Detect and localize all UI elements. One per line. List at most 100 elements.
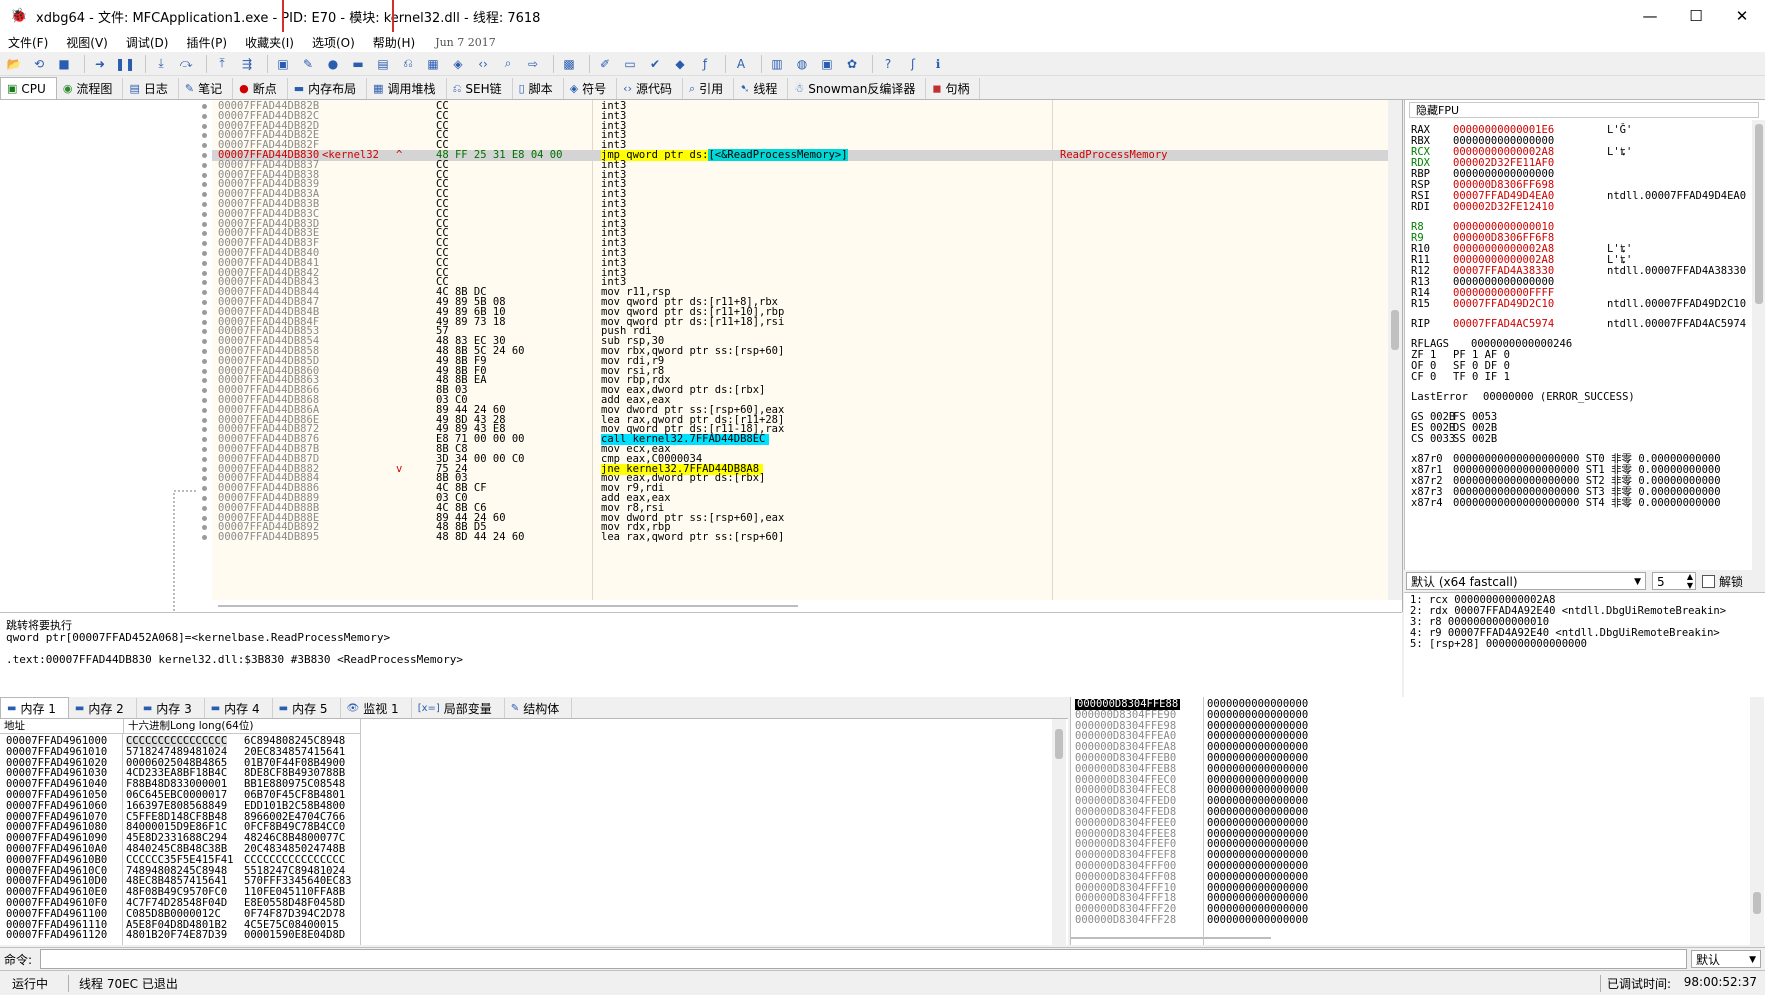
dump-scrollbar[interactable]	[1052, 719, 1066, 945]
breakpoint-dot[interactable]	[202, 515, 207, 521]
dump-tab-0[interactable]: ▬ 内存 1	[0, 697, 69, 718]
register-value[interactable]: 00007FFAD4AC5974	[1453, 318, 1554, 330]
breakpoint-dot[interactable]	[202, 407, 207, 413]
registers-scrollbar[interactable]	[1752, 120, 1765, 570]
breakpoint-dot[interactable]	[202, 398, 207, 403]
breakpoint-gutter[interactable]	[0, 100, 212, 620]
breakpoint-dot[interactable]	[202, 260, 207, 266]
breakpoint-dot[interactable]	[202, 202, 207, 207]
breakpoint-dot[interactable]	[202, 221, 207, 227]
breakpoint-dot[interactable]	[202, 319, 207, 325]
symbol-icon[interactable]: ◈	[448, 54, 468, 74]
disasm-row[interactable]: 00007FFAD44DB895 48 8D 44 24 60 lea rax,qw…	[212, 532, 1388, 543]
dump-tab-6[interactable]: [x=] 局部变量	[412, 698, 505, 718]
register-value[interactable]: 00007FFAD49D2C10	[1453, 298, 1554, 310]
breakpoint-dot[interactable]	[202, 270, 207, 276]
breakpoint-dot[interactable]	[202, 496, 207, 501]
breakpoint-dot[interactable]	[202, 466, 207, 472]
dump-tab-7[interactable]: ✎ 结构体	[505, 698, 573, 718]
command-mode-select[interactable]: 默认 ▼	[1691, 950, 1761, 968]
breakpoint-dot[interactable]	[202, 162, 207, 168]
stop-icon[interactable]: ■	[54, 54, 74, 74]
breakpoint-dot[interactable]	[202, 251, 207, 256]
tab-callstack[interactable]: ▦ 调用堆栈	[367, 78, 447, 99]
notes-icon[interactable]: ✎	[298, 54, 318, 74]
dump-tab-2[interactable]: ▬ 内存 3	[137, 698, 205, 718]
register-value[interactable]: SS 002B	[1453, 433, 1497, 445]
maximize-button[interactable]: ☐	[1673, 0, 1719, 32]
menu-item-0[interactable]: 文件(F)	[0, 34, 58, 51]
seh-icon[interactable]: ⎌	[398, 54, 418, 74]
stack-view[interactable]: 000000D8304FFE88 0000000000000000 000000D8…	[1070, 697, 1765, 945]
function-icon[interactable]: ◆	[670, 54, 690, 74]
stack-hscrollbar[interactable]	[1071, 937, 1271, 939]
dump-row[interactable]: 00007FFAD4961120 4801B20F74E87D39 00001590…	[0, 930, 360, 941]
breakpoint-dot[interactable]	[202, 113, 207, 119]
convention-select[interactable]: 默认 (x64 fastcall) ▼	[1406, 572, 1646, 590]
unlock-checkbox[interactable]: 解锁	[1702, 573, 1743, 590]
breakpoint-dot[interactable]	[202, 104, 207, 109]
dump-tab-3[interactable]: ▬ 内存 4	[205, 698, 273, 718]
calculator-icon[interactable]: ▥	[767, 54, 787, 74]
arg-count-spinner[interactable]: 5 ▲ ▼	[1652, 572, 1696, 590]
disassembly-view[interactable]: 00007FFAD44DB82B CC int3 00007FFAD44DB82C CC…	[212, 100, 1388, 600]
breakpoint-dot[interactable]	[202, 447, 207, 452]
breakpoint-dot[interactable]	[202, 349, 207, 354]
camera-icon[interactable]: ▣	[817, 54, 837, 74]
ƒ-icon[interactable]: ƒ	[695, 54, 715, 74]
patch-icon[interactable]: ▩	[559, 54, 579, 74]
tab-log[interactable]: ▤ 日志	[123, 78, 179, 99]
breakpoint-dot[interactable]	[202, 172, 207, 178]
menu-item-2[interactable]: 调试(D)	[118, 34, 179, 51]
breakpoint-icon[interactable]: ●	[323, 54, 343, 74]
stack-row[interactable]: 000000D8304FFF28 0000000000000000	[1071, 915, 1761, 926]
register-value[interactable]: TF 0 IF 1	[1453, 371, 1510, 383]
hide-fpu-button[interactable]: 隐藏FPU	[1409, 102, 1759, 118]
pause-icon[interactable]: ❚❚	[115, 54, 135, 74]
breakpoint-dot[interactable]	[202, 153, 207, 158]
dump-tab-5[interactable]: 👁 监视 1	[341, 698, 412, 718]
step-out-icon[interactable]: ⤒	[212, 54, 232, 74]
breakpoint-dot[interactable]	[202, 309, 207, 315]
dump-tab-4[interactable]: ▬ 内存 5	[273, 698, 341, 718]
breakpoint-dot[interactable]	[202, 358, 207, 364]
tab-source[interactable]: ‹› 源代码	[617, 78, 683, 99]
minimize-button[interactable]: —	[1627, 0, 1673, 32]
breakpoint-dot[interactable]	[202, 123, 207, 129]
menu-item-4[interactable]: 收藏夹(I)	[237, 34, 304, 51]
memory-icon[interactable]: ▬	[348, 54, 368, 74]
cheat-icon[interactable]: ʃ	[903, 54, 923, 74]
register-value[interactable]: 000002D32FE12410	[1453, 201, 1554, 213]
plugin-icon[interactable]: ✿	[842, 54, 862, 74]
tab-handles[interactable]: ◼ 句柄	[926, 78, 981, 99]
tab-graph[interactable]: ◉ 流程图	[57, 78, 124, 99]
breakpoint-dot[interactable]	[202, 456, 207, 462]
command-input[interactable]	[40, 949, 1687, 969]
script-icon[interactable]: ▦	[423, 54, 443, 74]
dump-col-address[interactable]: 地址	[0, 719, 124, 733]
source-icon[interactable]: ‹›	[473, 54, 493, 74]
tab-cpu[interactable]: ▣ CPU	[0, 77, 57, 99]
stack-args-pane[interactable]: 1: rcx 00000000000002A8 2: rdx 00007FFAD4…	[1404, 592, 1765, 697]
tab-script[interactable]: ▯ 脚本	[513, 78, 564, 99]
label-icon[interactable]: ▭	[620, 54, 640, 74]
globe-icon[interactable]: ◍	[792, 54, 812, 74]
open-icon[interactable]: 📂	[4, 54, 24, 74]
tab-memory-map[interactable]: ▬ 内存布局	[288, 78, 368, 99]
run-icon[interactable]: ➜	[90, 54, 110, 74]
find-icon[interactable]: ⌕	[498, 54, 518, 74]
menu-item-5[interactable]: 选项(O)	[304, 34, 365, 51]
menu-item-1[interactable]: 视图(V)	[58, 34, 118, 51]
help-icon[interactable]: ?	[878, 54, 898, 74]
menu-item-3[interactable]: 插件(P)	[178, 34, 237, 51]
tab-threads[interactable]: ➷ 线程	[734, 78, 789, 99]
breakpoint-dot[interactable]	[202, 211, 207, 217]
close-button[interactable]: ✕	[1719, 0, 1765, 32]
cpu-icon[interactable]: ▣	[273, 54, 293, 74]
comment-icon[interactable]: ✐	[595, 54, 615, 74]
tab-notes[interactable]: ✎ 笔记	[179, 78, 234, 99]
step-into-icon[interactable]: ⤓	[151, 54, 171, 74]
tab-references[interactable]: ⌕ 引用	[683, 78, 735, 99]
font-icon[interactable]: A	[731, 54, 751, 74]
about-icon[interactable]: ℹ	[928, 54, 948, 74]
